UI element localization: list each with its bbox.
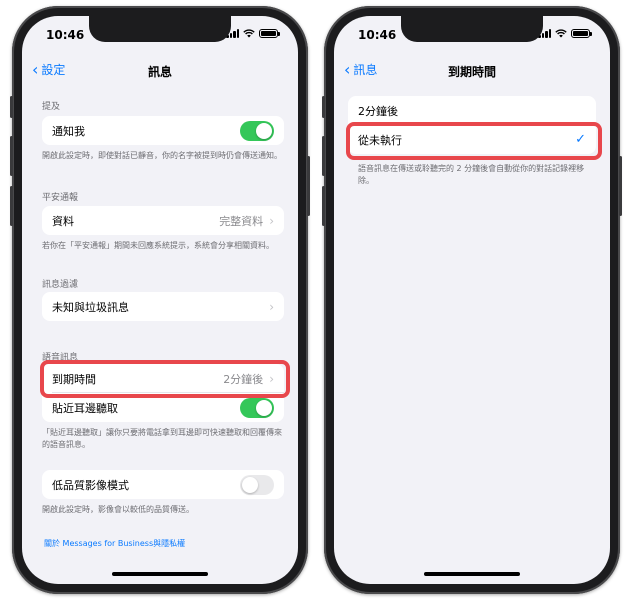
option-label: 2分鐘後 (358, 104, 398, 118)
card-expire-options: 2分鐘後 從未執行 ✓ (348, 96, 596, 154)
card-audio: 到期時間 2分鐘後 › 貼近耳邊聽取 (42, 364, 284, 422)
status-icons (538, 29, 592, 38)
option-never[interactable]: 從未執行 ✓ (348, 125, 596, 154)
low-quality-label: 低品質影像模式 (52, 478, 129, 492)
section-header-safety: 平安通報 (42, 193, 79, 203)
page-title: 訊息 (147, 65, 172, 79)
home-indicator (112, 572, 208, 576)
nav-bar: ‹ 設定 訊息 (22, 58, 298, 82)
low-quality-toggle[interactable] (240, 474, 274, 495)
unknown-spam-label: 未知與垃圾訊息 (52, 300, 129, 314)
chevron-right-icon: › (269, 371, 274, 386)
volume-up-button (322, 136, 325, 176)
page-title: 到期時間 (447, 65, 496, 79)
raise-to-listen-toggle[interactable] (240, 397, 274, 418)
row-notify-me: 通知我 (42, 116, 284, 145)
expire-value: 2分鐘後 (223, 372, 264, 386)
business-privacy-link[interactable]: 關於 Messages for Business與隱私權 (44, 538, 185, 549)
card-mentions: 通知我 (42, 116, 284, 145)
checkmark-icon: ✓ (575, 132, 586, 147)
mute-switch (322, 96, 325, 118)
power-button (307, 156, 310, 216)
expire-footer: 語音訊息在傳送或聆聽完的 2 分鐘後會自動從你的對話記錄裡移除。 (358, 164, 585, 185)
volume-down-button (322, 186, 325, 226)
notify-label: 通知我 (52, 124, 85, 138)
screen: 10:46 ‹ 設定 訊息 提及 通知我 開啟此設定時，即使對話已靜音，你的名字… (22, 16, 298, 584)
battery-icon (259, 29, 280, 38)
phone-left: 10:46 ‹ 設定 訊息 提及 通知我 開啟此設定時，即使對話已靜音，你的名字… (10, 6, 310, 594)
wifi-icon (555, 29, 567, 38)
data-label: 資料 (52, 214, 74, 228)
row-raise-to-listen: 貼近耳邊聽取 (42, 393, 284, 422)
audio-footer: 「貼近耳邊聽取」讓你只要將電話拿到耳邊即可快速聽取和回覆傳來的語音訊息。 (42, 428, 282, 449)
low-quality-footer: 開啟此設定時，影像會以較低的品質傳送。 (42, 505, 194, 514)
status-icons (226, 29, 280, 38)
card-safety: 資料 完整資料 › (42, 206, 284, 235)
notch (89, 16, 231, 42)
volume-down-button (10, 186, 13, 226)
battery-icon (571, 29, 592, 38)
screen: 10:46 ‹ 訊息 到期時間 2分鐘後 從未執行 ✓ 語音訊息在傳送或聆聽完的… (334, 16, 610, 584)
status-time: 10:46 (46, 28, 85, 42)
phone-right: 10:46 ‹ 訊息 到期時間 2分鐘後 從未執行 ✓ 語音訊息在傳送或聆聽完的… (322, 6, 622, 594)
data-value: 完整資料 (219, 214, 264, 228)
section-header-audio: 語音訊息 (42, 353, 79, 363)
section-header-filter: 訊息過濾 (42, 280, 79, 290)
power-button (619, 156, 622, 216)
row-data[interactable]: 資料 完整資料 › (42, 206, 284, 235)
chevron-right-icon: › (269, 299, 274, 314)
expire-label: 到期時間 (52, 372, 96, 386)
volume-up-button (10, 136, 13, 176)
notch (401, 16, 543, 42)
nav-bar: ‹ 訊息 到期時間 (334, 58, 610, 82)
option-2-minutes[interactable]: 2分鐘後 (348, 96, 596, 125)
row-low-quality: 低品質影像模式 (42, 470, 284, 499)
home-indicator (424, 572, 520, 576)
chevron-right-icon: › (269, 213, 274, 228)
card-filter: 未知與垃圾訊息 › (42, 292, 284, 321)
safety-footer: 若你在「平安通報」期間未回應系統提示，系統會分享相關資料。 (42, 241, 274, 250)
notify-toggle[interactable] (240, 120, 274, 141)
section-header-mentions: 提及 (42, 102, 61, 112)
card-low-quality: 低品質影像模式 (42, 470, 284, 499)
row-expire[interactable]: 到期時間 2分鐘後 › (42, 364, 284, 393)
option-label: 從未執行 (358, 133, 402, 147)
row-unknown-spam[interactable]: 未知與垃圾訊息 › (42, 292, 284, 321)
mentions-footer: 開啟此設定時，即使對話已靜音，你的名字被提到時仍會傳送通知。 (42, 151, 282, 160)
raise-to-listen-label: 貼近耳邊聽取 (52, 401, 118, 415)
wifi-icon (243, 29, 255, 38)
mute-switch (10, 96, 13, 118)
status-time: 10:46 (358, 28, 397, 42)
